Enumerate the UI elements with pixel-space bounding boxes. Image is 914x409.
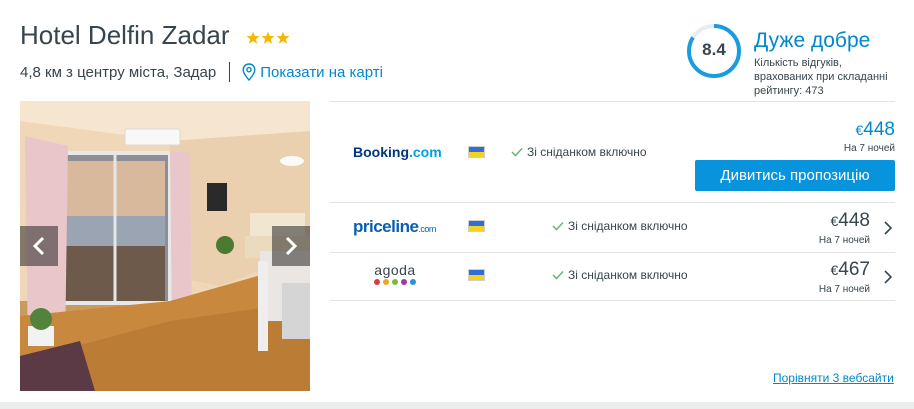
offer-label: Зі сніданком включно [527, 145, 647, 159]
price-value: 467 [838, 259, 870, 280]
divider [229, 62, 231, 82]
nights-count: На 7 ночей [818, 284, 870, 295]
chevron-right-icon[interactable] [883, 220, 893, 236]
offer-label: Зі сніданком включно [568, 268, 688, 282]
agoda-dot [401, 279, 407, 285]
agoda-dot [392, 279, 398, 285]
photo-prev-button[interactable] [20, 226, 58, 266]
check-icon [552, 270, 564, 280]
priceline-logo[interactable]: priceline.com [353, 217, 436, 237]
breakfast-included-text: Зі сніданком включно [552, 219, 688, 233]
price-value: 448 [838, 210, 870, 231]
view-offer-button[interactable]: Дивитись пропозицію [695, 160, 895, 191]
chevron-left-icon [32, 236, 45, 256]
agoda-logo[interactable]: agoda [365, 262, 425, 285]
star-icon [276, 31, 290, 44]
breakfast-included-text: Зі сніданком включно [511, 145, 647, 159]
price[interactable]: €467 [831, 259, 871, 281]
star-icon [261, 31, 275, 44]
nights-count: На 7 ночей [843, 143, 895, 154]
chevron-right-icon [285, 236, 298, 256]
agoda-dot [410, 279, 416, 285]
booking-logo[interactable]: Booking.com [353, 144, 442, 160]
agoda-dot [383, 279, 389, 285]
price-value: 448 [863, 119, 895, 140]
price: €448 [856, 119, 896, 141]
location-line: 4,8 км з центру міста, Задар Показати на… [20, 62, 383, 82]
hotel-card: Hotel Delfin Zadar 4,8 км з центру міста… [0, 0, 914, 409]
ukraine-flag-icon [468, 220, 485, 232]
star-icon [246, 31, 260, 44]
ukraine-flag-icon [468, 269, 485, 281]
show-on-map-label: Показати на карті [260, 63, 383, 81]
breakfast-included-text: Зі сніданком включно [552, 268, 688, 282]
agoda-logo-word: agoda [374, 262, 416, 278]
bottom-strip [0, 402, 914, 409]
check-icon [511, 147, 523, 157]
divider [330, 300, 895, 301]
ukraine-flag-icon [468, 146, 485, 158]
divider [330, 202, 895, 203]
show-on-map-link[interactable]: Показати на карті [242, 63, 383, 81]
offer-label: Зі сніданком включно [568, 219, 688, 233]
divider [330, 101, 895, 102]
map-pin-icon [242, 63, 256, 81]
chevron-right-icon[interactable] [883, 269, 893, 285]
photo-next-button[interactable] [272, 226, 310, 266]
rating-label: Дуже добре [754, 29, 871, 52]
nights-count: На 7 ночей [818, 235, 870, 246]
booking-logo-suffix: .com [409, 144, 442, 160]
price[interactable]: €448 [831, 210, 871, 232]
divider [330, 252, 895, 253]
distance-text: 4,8 км з центру міста, Задар [20, 63, 217, 81]
booking-logo-main: Booking [353, 144, 409, 160]
hotel-name[interactable]: Hotel Delfin Zadar [20, 20, 230, 51]
agoda-dot [374, 279, 380, 285]
star-rating [246, 31, 290, 45]
rating-review-count-note: Кількість відгуків, врахованих при склад… [754, 57, 888, 97]
rating-score: 8.4 [702, 40, 726, 59]
priceline-logo-suffix: .com [418, 224, 436, 234]
compare-websites-link[interactable]: Порівняти 3 вебсайти [773, 371, 894, 385]
hotel-photo[interactable] [20, 101, 310, 391]
agoda-dots [365, 279, 425, 285]
check-icon [552, 221, 564, 231]
priceline-logo-main: priceline [353, 217, 419, 236]
